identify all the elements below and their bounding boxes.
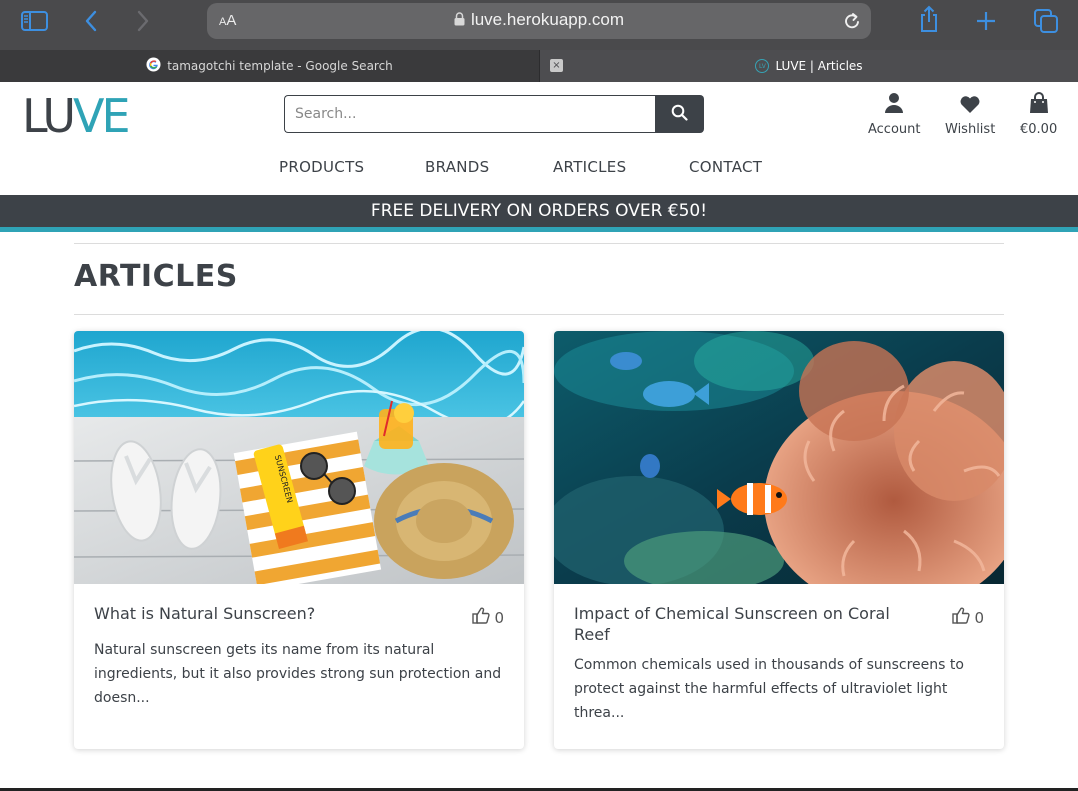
article-card[interactable]: SUNSCREEN What is Natural Sunscreen? 0 N… — [74, 331, 524, 749]
bag-link[interactable]: €0.00 — [1020, 92, 1057, 137]
article-card[interactable]: Impact of Chemical Sunscreen on Coral Re… — [554, 331, 1004, 749]
sidebar-icon[interactable] — [20, 8, 48, 34]
thumbs-up-icon — [952, 607, 974, 628]
nav-brands[interactable]: BRANDS — [425, 158, 489, 176]
address-bar[interactable]: AA luve.herokuapp.com — [207, 3, 871, 39]
tabs-overview-icon[interactable] — [1033, 8, 1059, 34]
tab-title: tamagotchi template - Google Search — [167, 59, 393, 73]
banner-accent-line — [0, 227, 1078, 232]
bag-total: €0.00 — [1020, 122, 1058, 137]
wishlist-link[interactable]: Wishlist — [945, 92, 995, 137]
browser-toolbar: AA luve.herokuapp.com — [0, 0, 1078, 50]
thumbs-up-icon — [472, 607, 494, 628]
luve-favicon-icon: LV — [755, 59, 770, 73]
tab-strip: tamagotchi template - Google Search × LV… — [0, 50, 1078, 82]
reload-icon[interactable] — [843, 11, 861, 35]
search-input[interactable] — [284, 95, 655, 133]
account-link[interactable]: Account — [868, 92, 921, 137]
article-excerpt: Common chemicals used in thousands of su… — [574, 657, 964, 721]
chevron-left-icon[interactable] — [82, 8, 100, 34]
article-image-coral-reef[interactable] — [554, 331, 1004, 611]
account-label: Account — [868, 122, 921, 137]
tab-luve-articles[interactable]: × LV LUVE | Articles — [540, 50, 1078, 82]
page-title: ARTICLES — [74, 259, 238, 294]
nav-contact[interactable]: CONTACT — [689, 158, 762, 176]
article-title[interactable]: Impact of Chemical Sunscreen on Coral Re… — [574, 603, 914, 645]
search-icon — [671, 104, 688, 125]
close-icon[interactable]: × — [550, 59, 563, 72]
article-title[interactable]: What is Natural Sunscreen? — [94, 603, 434, 624]
lock-icon — [454, 11, 465, 31]
google-icon — [146, 57, 167, 75]
article-excerpt: Natural sunscreen gets its name from its… — [94, 642, 502, 706]
site-logo[interactable]: LUVE — [22, 88, 131, 144]
like-count: 0 — [974, 608, 984, 627]
heart-icon — [959, 92, 981, 122]
shopping-bag-icon — [1029, 92, 1049, 122]
site-header: LUVE Account Wishlist €0.00 PRODUCTS BRA… — [0, 82, 1078, 195]
url-text: luve.herokuapp.com — [470, 10, 625, 29]
share-icon[interactable] — [918, 5, 940, 32]
like-button[interactable]: 0 — [952, 607, 984, 628]
divider — [74, 243, 1004, 244]
divider — [74, 314, 1004, 315]
article-image-sunscreen[interactable]: SUNSCREEN — [74, 331, 524, 592]
main-nav: PRODUCTS BRANDS ARTICLES CONTACT — [0, 158, 1078, 180]
nav-products[interactable]: PRODUCTS — [279, 158, 364, 176]
like-count: 0 — [494, 608, 504, 627]
chevron-right-icon[interactable] — [134, 8, 152, 34]
like-button[interactable]: 0 — [472, 607, 504, 628]
tab-google-search[interactable]: tamagotchi template - Google Search — [0, 50, 540, 82]
delivery-banner: FREE DELIVERY ON ORDERS OVER €50! — [0, 195, 1078, 227]
tab-title: LUVE | Articles — [775, 59, 863, 73]
wishlist-label: Wishlist — [945, 122, 996, 137]
search-button[interactable] — [655, 95, 704, 133]
user-icon — [884, 92, 904, 122]
nav-articles[interactable]: ARTICLES — [553, 158, 626, 176]
plus-icon[interactable] — [975, 8, 997, 34]
